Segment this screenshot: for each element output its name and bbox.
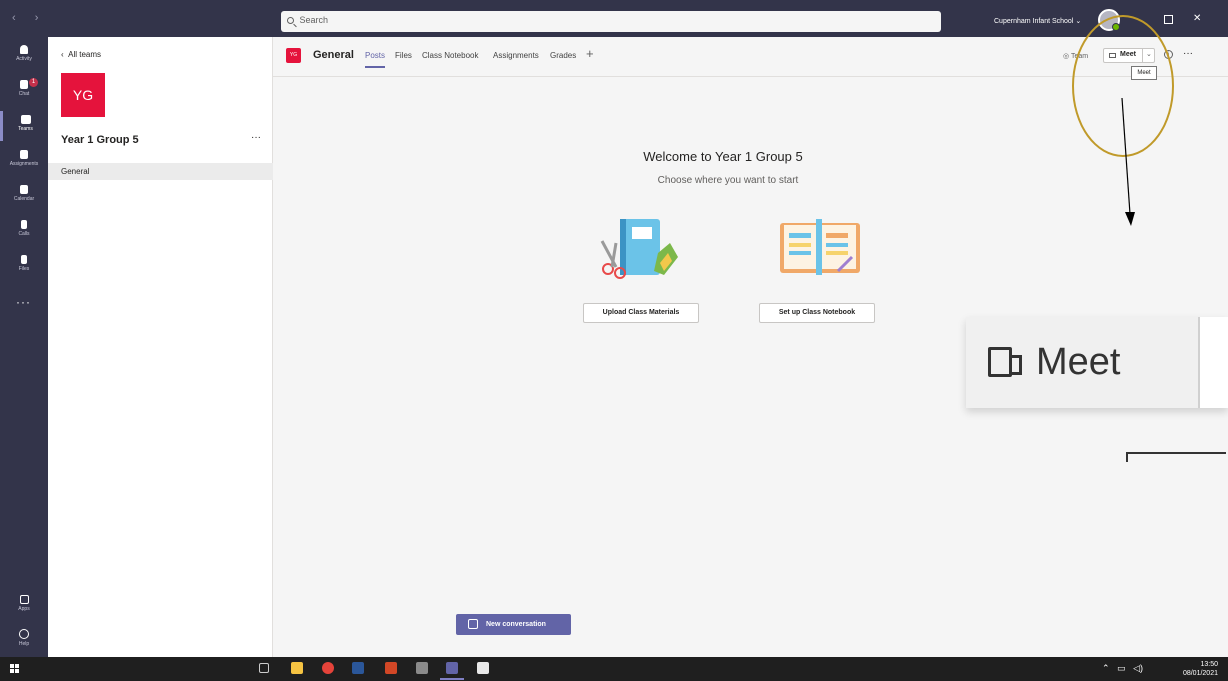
tab-class-notebook[interactable]: Class Notebook — [422, 51, 478, 60]
app-rail: Activity Chat 1 Teams Assignments Calend… — [0, 37, 48, 657]
rail-item-files[interactable]: Files — [0, 255, 48, 272]
welcome-title: Welcome to Year 1 Group 5 — [643, 149, 803, 164]
calendar-icon — [20, 185, 28, 194]
rail-item-calls[interactable]: Calls — [0, 220, 48, 237]
eye-icon: ◎ — [1063, 53, 1071, 60]
channel-item-general[interactable]: General — [48, 163, 273, 180]
snipping-tool-icon[interactable] — [416, 662, 428, 674]
powerpoint-icon[interactable] — [385, 662, 397, 674]
teams-icon — [20, 115, 31, 124]
welcome-subtitle: Choose where you want to start — [657, 175, 799, 186]
windows-start-icon[interactable] — [10, 664, 20, 674]
system-tray[interactable]: ⌃ ▭ ◁) — [1102, 663, 1143, 674]
restore-icon[interactable] — [1164, 15, 1173, 24]
rail-label: Chat — [18, 91, 30, 97]
search-placeholder: Search — [299, 15, 329, 25]
rail-label: Activity — [16, 56, 32, 62]
help-icon — [19, 629, 29, 639]
team-avatar-small: YG — [286, 48, 301, 63]
chrome-icon[interactable] — [322, 662, 334, 674]
active-app-indicator — [440, 678, 464, 680]
all-teams-label: All teams — [68, 50, 102, 59]
history-nav-arrows[interactable]: ‹ › — [12, 12, 46, 24]
channel-title: General — [313, 49, 354, 61]
network-icon[interactable]: ▭ — [1117, 663, 1126, 673]
teams-sidebar: ‹ All teams YG Year 1 Group 5 ··· Genera… — [48, 37, 273, 657]
word-icon[interactable] — [352, 662, 364, 674]
active-tab-indicator — [365, 66, 385, 68]
rail-item-activity[interactable]: Activity — [0, 45, 48, 62]
more-options-icon[interactable]: ··· — [1183, 48, 1193, 59]
rail-item-apps[interactable]: Apps — [0, 595, 48, 612]
org-switcher[interactable]: Cupernham Infant School ⌄ — [994, 17, 1081, 25]
rail-label: Help — [18, 641, 30, 647]
tab-files[interactable]: Files — [395, 51, 412, 60]
task-view-icon[interactable] — [259, 663, 269, 673]
upload-class-materials-button[interactable]: Upload Class Materials — [583, 303, 699, 323]
rail-label: Calls — [18, 231, 30, 237]
clock[interactable]: 13:50 08/01/2021 — [1168, 660, 1218, 678]
rail-item-teams[interactable]: Teams — [0, 111, 48, 141]
title-bar: ‹ › Search Cupernham Infant School ⌄ ✕ — [0, 0, 1228, 37]
rail-item-assignments[interactable]: Assignments — [0, 150, 48, 167]
teams-taskbar-icon[interactable] — [446, 662, 458, 674]
new-conversation-button[interactable]: New conversation — [456, 614, 571, 635]
rail-label: Assignments — [9, 161, 39, 167]
tab-grades[interactable]: Grades — [550, 51, 576, 60]
chevron-up-icon[interactable]: ⌃ — [1102, 663, 1110, 673]
new-conversation-label: New conversation — [486, 621, 546, 628]
class-notebook-illustration — [780, 219, 860, 275]
rail-item-calendar[interactable]: Calendar — [0, 185, 48, 202]
file-icon — [21, 255, 27, 264]
volume-icon[interactable]: ◁) — [1133, 663, 1143, 673]
tab-posts[interactable]: Posts — [365, 51, 385, 60]
zoom-meet-label: Meet — [1036, 341, 1121, 383]
compose-icon — [468, 619, 478, 629]
team-name: Year 1 Group 5 — [61, 134, 139, 146]
search-icon — [287, 17, 294, 24]
rail-label: Teams — [18, 126, 33, 132]
assignments-icon — [20, 150, 28, 159]
bell-icon — [20, 45, 28, 54]
search-input[interactable]: Search — [281, 11, 941, 32]
rail-item-chat[interactable]: Chat 1 — [0, 78, 48, 97]
chat-badge: 1 — [29, 78, 38, 87]
zoom-dropdown-edge — [1198, 317, 1228, 408]
team-avatar-tile: YG — [61, 73, 105, 117]
team-more-options-icon[interactable]: ··· — [251, 132, 261, 143]
add-tab-icon[interactable]: + — [586, 46, 594, 61]
chat-icon — [20, 80, 28, 89]
upload-materials-illustration — [600, 219, 678, 279]
apps-icon — [19, 595, 29, 604]
rail-item-help[interactable]: Help — [0, 629, 48, 647]
close-icon[interactable]: ✕ — [1193, 13, 1201, 24]
windows-taskbar: ⌃ ▭ ◁) 13:50 08/01/2021 — [0, 657, 1228, 681]
clock-date: 08/01/2021 — [1182, 670, 1218, 677]
sims-icon[interactable] — [477, 662, 489, 674]
rail-label: Calendar — [13, 196, 35, 202]
more-apps-icon[interactable]: ··· — [16, 295, 31, 309]
phone-icon — [21, 220, 27, 229]
all-teams-link[interactable]: ‹ All teams — [61, 50, 101, 59]
rail-label: Apps — [18, 606, 30, 612]
file-explorer-icon[interactable] — [291, 662, 303, 674]
meet-zoom-callout: Meet — [966, 317, 1228, 408]
highlight-oval — [1072, 15, 1174, 157]
zoom-callout-edge — [1126, 452, 1226, 462]
setup-class-notebook-button[interactable]: Set up Class Notebook — [759, 303, 875, 323]
tab-assignments[interactable]: Assignments — [493, 51, 539, 60]
video-camera-icon — [988, 347, 1022, 377]
clock-time: 13:50 — [1200, 661, 1218, 668]
rail-label: Files — [18, 266, 30, 272]
